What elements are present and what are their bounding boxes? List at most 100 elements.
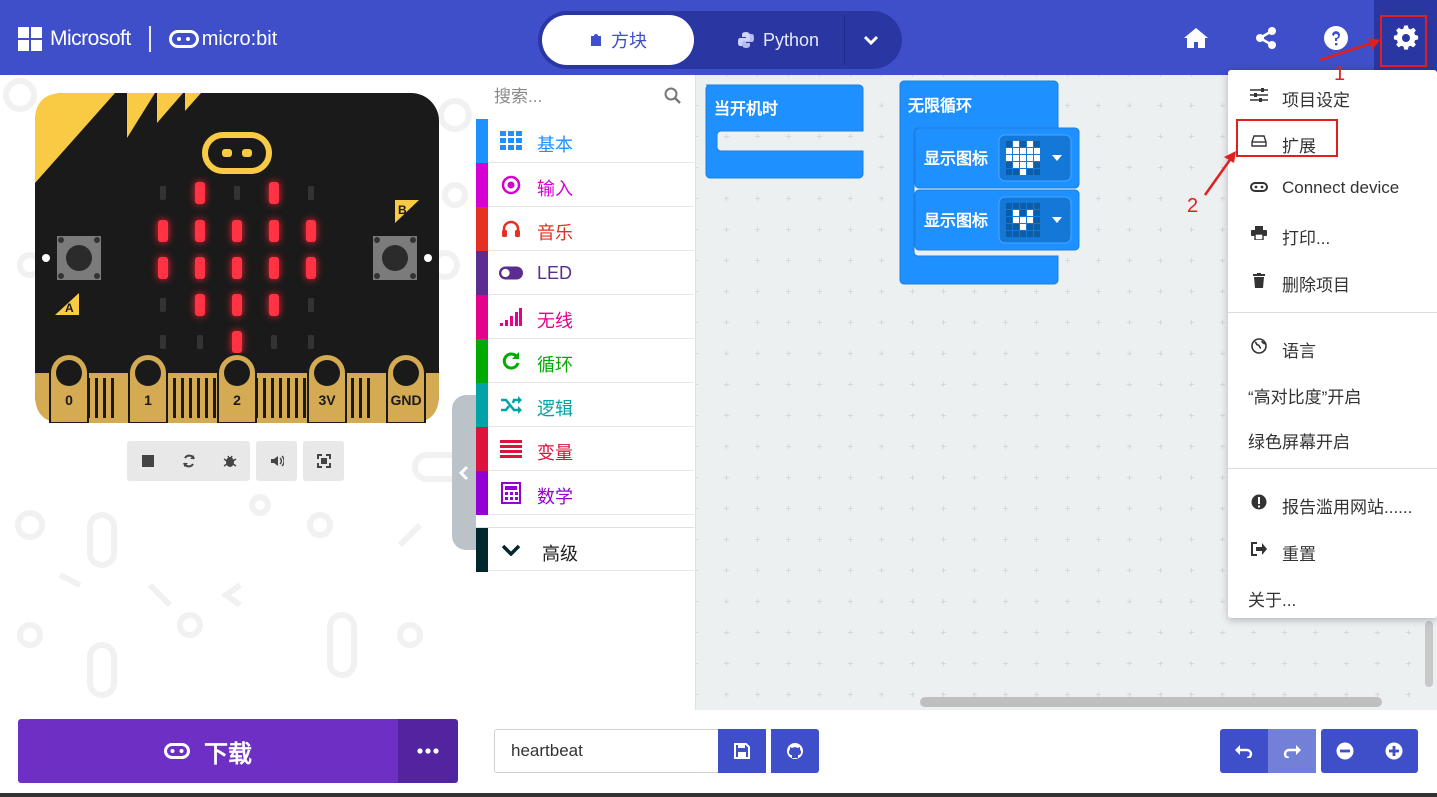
save-button[interactable] [718,729,766,773]
blocks-mode-button[interactable]: 方块 [542,15,694,65]
icon-pixel-on [1013,217,1019,223]
category-radio[interactable]: 无线 [476,295,694,339]
category-color-bar [476,163,488,207]
undo-button[interactable] [1220,729,1268,773]
icon-pixel-on [1006,155,1012,161]
icon-pixel-off [1020,141,1026,147]
mode-dropdown-button[interactable] [844,15,896,65]
category-label: LED [537,263,573,283]
simulator-audio-group [256,441,297,481]
menu-item-reset[interactable]: 重置 [1228,529,1437,569]
category-label: 输入 [537,179,573,199]
button-b-label: B [398,203,407,217]
category-logic[interactable]: 逻辑 [476,383,694,427]
simulator-controls [127,441,344,481]
save-icon [734,743,750,759]
zoom-in-button[interactable] [1369,729,1418,773]
category-math[interactable]: 数学 [476,471,694,515]
category-advanced[interactable]: 高级 [476,527,694,572]
led-on [232,220,242,242]
category-music[interactable]: 音乐 [476,207,694,251]
fullscreen-button[interactable] [303,441,344,481]
icon-pixel-off [1034,217,1040,223]
undo-icon [1235,745,1253,758]
collapse-simulator-button[interactable] [452,395,476,550]
menu-item-label: 语言 [1282,342,1316,361]
show-icon-block[interactable]: 显示图标 [914,127,1080,189]
show-icon-label: 显示图标 [924,212,988,230]
icon-pixel-off [1034,141,1040,147]
led-on [158,257,168,279]
download-label: 下载 [204,740,252,768]
icon-pixel-on [1034,148,1040,154]
button-b[interactable] [373,236,417,280]
mute-button[interactable] [256,441,297,481]
icon-pixel-on [1006,148,1012,154]
redo-button[interactable] [1268,729,1316,773]
python-mode-button[interactable]: Python [718,15,838,65]
menu-item-delete-project[interactable]: 删除项目 [1228,260,1437,300]
blocks-mode-label: 方块 [611,31,647,51]
icon-pixel-off [1027,231,1033,237]
icon-pixel-on [1013,155,1019,161]
category-led[interactable]: LED [476,251,694,295]
category-label: 音乐 [537,223,573,243]
annotation-step-2: 2 [1187,195,1199,217]
project-name-input[interactable] [494,729,719,773]
microbit-board: A B 0 1 2 3V GND [35,93,439,423]
download-options-button[interactable] [398,719,458,783]
category-basic[interactable]: 基本 [476,119,694,163]
list-lines-icon [499,438,523,460]
menu-item-about[interactable]: 关于... [1228,575,1437,615]
category-color-bar [476,383,488,427]
category-color-bar [476,427,488,471]
chevron-down-icon [863,35,878,45]
microbit-label[interactable]: micro:bit [202,28,278,51]
menu-item-green-screen[interactable]: 绿色屏幕开启 [1228,417,1437,457]
icon-pixel-on [1020,148,1026,154]
category-input[interactable]: 输入 [476,163,694,207]
menu-item-language[interactable]: 语言 [1228,326,1437,366]
on-start-block[interactable]: 当开机时 [705,84,864,179]
search-input[interactable] [494,87,654,107]
ellipsis-icon [417,748,439,754]
show-icon-block[interactable]: 显示图标 [914,189,1080,251]
stop-button[interactable] [127,441,168,481]
search-icon[interactable] [664,87,682,105]
menu-item-high-contrast[interactable]: “高对比度”开启 [1228,372,1437,412]
github-button[interactable] [771,729,819,773]
button-a-label: A [65,301,74,315]
pin-label: 1 [144,392,152,408]
led-on [306,220,316,242]
brand: Microsoft micro:bit [18,26,277,52]
icon-pixel-on [1027,141,1033,147]
category-loops[interactable]: 循环 [476,339,694,383]
microsoft-label: Microsoft [50,27,131,50]
icon-pixel-off [1006,210,1012,216]
menu-item-label: 重置 [1282,545,1316,564]
menu-item-report-abuse[interactable]: 报告滥用网站...... [1228,482,1437,522]
icon-pixel-off [1006,169,1012,175]
icon-pixel-off [1020,203,1026,209]
toggle-icon [499,262,523,284]
icon-pixel-on [1020,169,1026,175]
bug-icon [223,455,236,467]
target-icon [499,174,523,196]
zoom-out-button[interactable] [1321,729,1369,773]
restart-button[interactable] [168,441,209,481]
icon-pixel-off [1013,231,1019,237]
horizontal-scrollbar[interactable] [920,697,1382,707]
button-a[interactable] [57,236,101,280]
pin-label: GND [390,392,421,408]
led-on [232,294,242,316]
category-variables[interactable]: 变量 [476,427,694,471]
icon-pixel-off [1020,231,1026,237]
signout-icon [1250,540,1268,558]
heart-icon [1006,141,1040,175]
vertical-scrollbar[interactable] [1425,621,1433,687]
category-color-bar [476,251,488,295]
category-label: 无线 [537,311,573,331]
led-off [160,186,166,200]
debug-button[interactable] [209,441,250,481]
download-button[interactable]: 下载 [18,719,398,783]
